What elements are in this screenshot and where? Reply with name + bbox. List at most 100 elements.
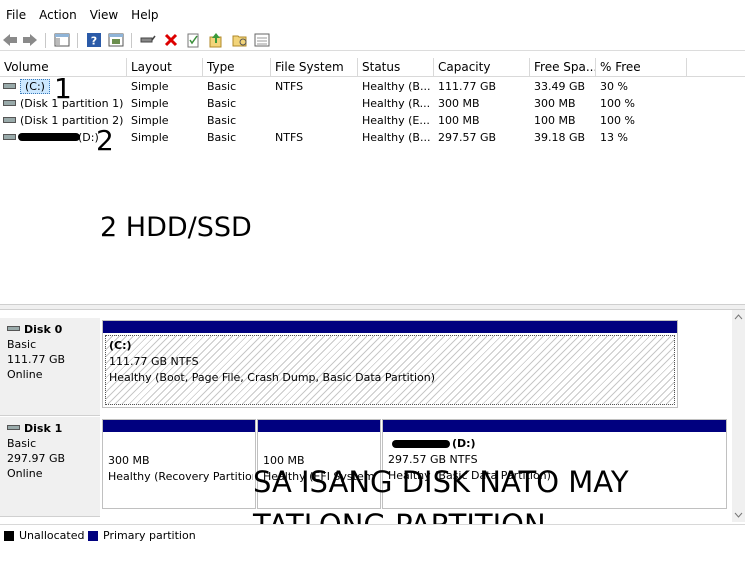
toolbar-separator: [45, 33, 46, 48]
disk-0-state: Online: [7, 368, 43, 381]
partition-recovery[interactable]: 300 MB Healthy (Recovery Partition): [102, 419, 256, 509]
disk-icon: [7, 326, 20, 331]
fs-cell: [271, 112, 358, 129]
toolbar-separator: [131, 33, 132, 48]
free-cell: 33.49 GB: [534, 80, 586, 93]
drive-icon: [3, 134, 16, 140]
partition-title-text: (D:): [452, 437, 476, 450]
free-cell: 100 MB: [534, 114, 576, 127]
disk-icon: [7, 425, 20, 430]
list-view-icon[interactable]: [254, 32, 270, 48]
fs-cell: NTFS: [275, 131, 304, 144]
column-percent-free[interactable]: % Free: [596, 58, 687, 77]
help-icon[interactable]: ?: [86, 32, 102, 48]
capacity-cell: 100 MB: [438, 114, 480, 127]
column-type[interactable]: Type: [203, 58, 271, 77]
status-cell: Healthy (B...: [362, 131, 431, 144]
disk-1-name: Disk 1: [7, 421, 100, 436]
table-row[interactable]: (Disk 1 partition 1) Simple Basic Health…: [0, 95, 745, 112]
layout-cell: Simple: [131, 80, 169, 93]
column-file-system[interactable]: File System: [271, 58, 358, 77]
layout-cell: Simple: [131, 131, 169, 144]
partition-bar: [103, 420, 255, 432]
toolbar: ?: [0, 30, 745, 51]
show-hide-tree-icon[interactable]: [54, 32, 70, 48]
annotation-number-1: 1: [54, 72, 72, 105]
partition-bar: [103, 321, 677, 333]
annotation-number-2: 2: [96, 124, 114, 157]
partition-status: Healthy (Boot, Page File, Crash Dump, Ba…: [109, 371, 436, 384]
menu-view[interactable]: View: [84, 0, 125, 30]
disk-0-type: Basic: [7, 338, 37, 351]
legend-label: Unallocated: [19, 529, 85, 542]
column-capacity[interactable]: Capacity: [434, 58, 530, 77]
check-icon[interactable]: [185, 32, 201, 48]
legend-swatch: [88, 531, 98, 541]
volume-list: Volume Layout Type File System Status Ca…: [0, 58, 745, 304]
svg-text:?: ?: [91, 35, 97, 48]
export-icon[interactable]: [208, 32, 224, 48]
status-cell: Healthy (R...: [362, 97, 431, 110]
partition-c[interactable]: (C:) 111.77 GB NTFS Healthy (Boot, Page …: [102, 320, 678, 408]
legend-swatch: [4, 531, 14, 541]
partition-title: (C:): [109, 339, 132, 352]
table-row[interactable]: (C:) Simple Basic NTFS Healthy (B... 111…: [0, 78, 745, 95]
properties-icon[interactable]: [108, 32, 124, 48]
column-status[interactable]: Status: [358, 58, 434, 77]
menu-bar: File Action View Help: [0, 0, 745, 30]
disk-0-info[interactable]: Disk 0 Basic 111.77 GB Online: [0, 318, 100, 416]
disk-1-size: 297.97 GB: [7, 452, 66, 465]
toolbar-separator: [77, 33, 78, 48]
partition-size: 111.77 GB NTFS: [109, 355, 199, 368]
partition-title: (D:): [388, 436, 721, 452]
partition-body: (C:) 111.77 GB NTFS Healthy (Boot, Page …: [105, 335, 675, 405]
free-cell: 300 MB: [534, 97, 576, 110]
legend-primary-partition: Primary partition: [88, 529, 196, 543]
vertical-scrollbar[interactable]: [732, 310, 745, 522]
status-cell: Healthy (B...: [362, 80, 431, 93]
disk-1-label: Disk 1: [24, 422, 63, 435]
drive-icon: [3, 83, 16, 89]
menu-help[interactable]: Help: [125, 0, 165, 30]
connect-drive-icon[interactable]: [140, 32, 156, 48]
annotation-line-1: SA ISANG DISK NATO MAY: [253, 465, 629, 499]
menu-action[interactable]: Action: [33, 0, 84, 30]
drive-icon: [3, 117, 16, 123]
disk-1-info[interactable]: Disk 1 Basic 297.97 GB Online: [0, 417, 100, 517]
legend-unallocated: Unallocated: [4, 529, 85, 543]
drive-icon: [3, 100, 16, 106]
percent-cell: 100 %: [600, 97, 635, 110]
open-folder-icon[interactable]: [232, 32, 248, 48]
column-layout[interactable]: Layout: [127, 58, 203, 77]
disk-1-state: Online: [7, 467, 43, 480]
annotation-hdd-ssd: 2 HDD/SSD: [100, 212, 252, 243]
type-cell: Basic: [207, 97, 237, 110]
redaction-mark: [18, 133, 80, 141]
partition-size: 300 MB: [108, 454, 150, 467]
legend: Unallocated Primary partition: [0, 524, 745, 566]
legend-label: Primary partition: [103, 529, 196, 542]
fs-cell: [271, 95, 358, 112]
percent-cell: 100 %: [600, 114, 635, 127]
menu-file[interactable]: File: [0, 0, 33, 30]
column-free-space[interactable]: Free Spa...: [530, 58, 596, 77]
type-cell: Basic: [207, 80, 237, 93]
capacity-cell: 297.57 GB: [438, 131, 497, 144]
layout-cell: Simple: [131, 114, 169, 127]
partition-status: Healthy (Recovery Partition): [108, 470, 253, 483]
status-cell: Healthy (E...: [362, 114, 430, 127]
column-empty: [687, 58, 745, 77]
forward-icon[interactable]: [22, 32, 38, 48]
capacity-cell: 111.77 GB: [438, 80, 497, 93]
delete-icon[interactable]: [163, 32, 179, 48]
partition-bar: [383, 420, 726, 432]
partition-body: 300 MB Healthy (Recovery Partition): [105, 434, 253, 506]
selected-volume-label: (C:): [20, 79, 50, 94]
disk-0-size: 111.77 GB: [7, 353, 66, 366]
disk-0-name: Disk 0: [7, 322, 100, 337]
free-cell: 39.18 GB: [534, 131, 586, 144]
back-icon[interactable]: [2, 32, 18, 48]
partition-bar: [258, 420, 380, 432]
percent-cell: 30 %: [600, 80, 628, 93]
disk-1-type: Basic: [7, 437, 37, 450]
